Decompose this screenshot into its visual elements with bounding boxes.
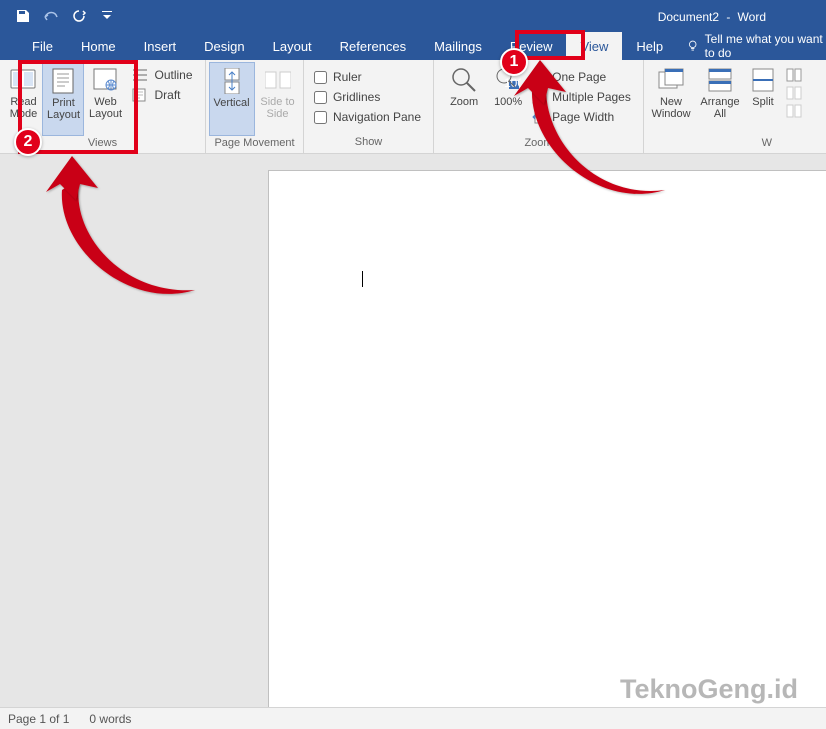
reset-window-icon[interactable] [786,104,802,118]
zoom-100-icon: 100 [494,66,522,94]
tell-me-search[interactable]: Tell me what you want to do [687,32,826,60]
menu-design[interactable]: Design [190,32,258,60]
menu-home[interactable]: Home [67,32,130,60]
outline-icon [132,68,148,82]
chevron-down-icon [102,11,112,21]
zoom-button[interactable]: Zoom [442,62,486,136]
zoom-100-button[interactable]: 100 100% [486,62,530,136]
side-by-side-icon[interactable] [786,68,802,82]
group-zoom: Zoom 100 100% One Page Multiple Pages [434,60,644,153]
group-window: New Window Arrange All Split W [644,60,804,153]
arrange-all-icon [706,66,734,94]
menu-review[interactable]: Review [496,32,567,60]
menu-file[interactable]: File [18,32,67,60]
read-mode-icon [9,66,37,94]
lightbulb-icon [687,39,698,53]
print-layout-icon [49,67,77,95]
new-window-icon [657,66,685,94]
group-page-movement: Vertical Side to Side Page Movement [206,60,304,153]
menu-insert[interactable]: Insert [130,32,191,60]
side-to-side-button[interactable]: Side to Side [255,62,301,136]
document-area[interactable] [0,154,826,707]
save-button[interactable] [10,3,36,29]
group-views: Read Mode Print Layout Web Layout Outlin… [0,60,206,153]
multiple-pages-button[interactable]: Multiple Pages [532,90,631,104]
menu-help[interactable]: Help [622,32,677,60]
app-name: Word [738,10,766,24]
menu-view[interactable]: View [566,32,622,60]
quick-access-toolbar [0,0,120,32]
tell-me-label: Tell me what you want to do [705,32,826,60]
page-indicator[interactable]: Page 1 of 1 [8,712,69,726]
navigation-pane-checkbox[interactable]: Navigation Pane [314,110,421,124]
menu-bar: File Home Insert Design Layout Reference… [0,32,826,60]
sync-scroll-icon[interactable] [786,86,802,100]
word-count[interactable]: 0 words [89,712,131,726]
print-layout-button[interactable]: Print Layout [42,62,84,136]
undo-button[interactable] [38,3,64,29]
vertical-button[interactable]: Vertical [209,62,255,136]
draft-icon [132,88,148,102]
new-window-button[interactable]: New Window [646,62,696,136]
draft-button[interactable]: Draft [132,88,192,102]
menu-mailings[interactable]: Mailings [420,32,496,60]
save-icon [16,9,30,23]
ribbon: Read Mode Print Layout Web Layout Outlin… [0,60,826,154]
web-layout-button[interactable]: Web Layout [84,62,126,136]
menu-references[interactable]: References [326,32,420,60]
customize-qat-button[interactable] [94,3,120,29]
title-bar: Document2 - Word [0,0,826,32]
ruler-checkbox[interactable]: Ruler [314,70,421,84]
document-page[interactable] [268,170,826,707]
undo-icon [42,9,60,23]
arrange-all-button[interactable]: Arrange All [696,62,744,136]
redo-icon [71,9,87,23]
group-show: Ruler Gridlines Navigation Pane Show [304,60,434,153]
redo-button[interactable] [66,3,92,29]
read-mode-button[interactable]: Read Mode [4,62,42,136]
vertical-icon [218,67,246,95]
page-width-button[interactable]: Page Width [532,110,631,124]
split-button[interactable]: Split [744,62,782,136]
text-cursor [362,271,363,287]
side-to-side-icon [264,66,292,94]
outline-button[interactable]: Outline [132,68,192,82]
web-layout-icon [91,66,119,94]
multiple-pages-icon [532,90,548,104]
split-icon [749,66,777,94]
zoom-icon [450,66,478,94]
doc-name: Document2 [658,10,719,24]
document-title: Document2 - Word [658,9,766,24]
gridlines-checkbox[interactable]: Gridlines [314,90,421,104]
menu-layout[interactable]: Layout [259,32,326,60]
one-page-button[interactable]: One Page [532,70,631,84]
status-bar: Page 1 of 1 0 words [0,707,826,729]
one-page-icon [532,70,548,84]
svg-text:100: 100 [504,76,521,90]
page-width-icon [532,110,548,124]
